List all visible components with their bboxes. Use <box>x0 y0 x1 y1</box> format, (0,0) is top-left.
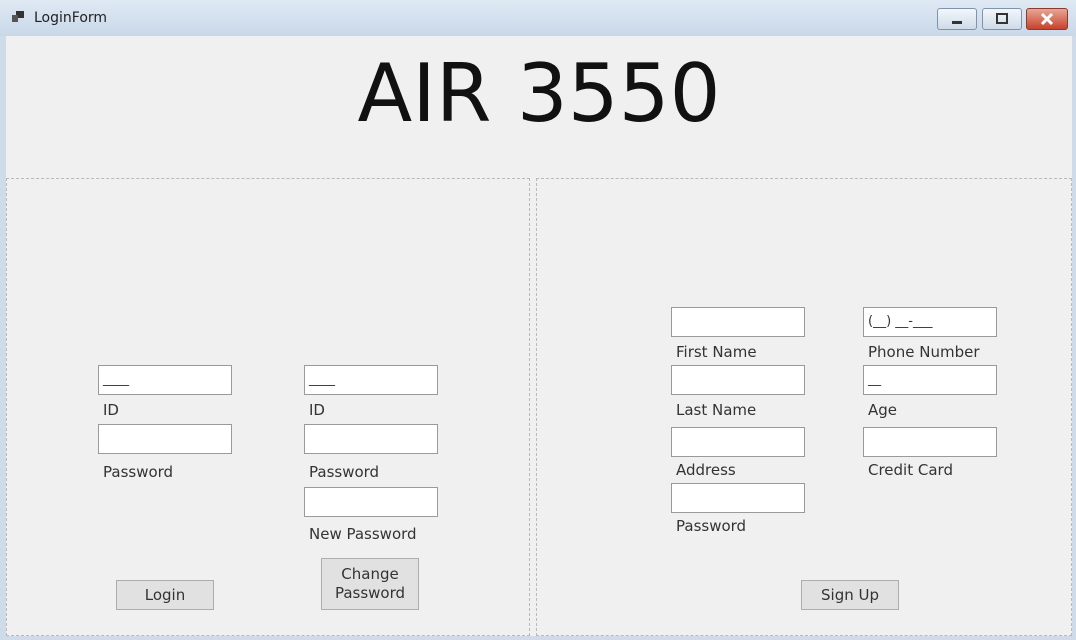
login-password-label: Password <box>103 463 174 481</box>
maximize-icon <box>996 13 1008 24</box>
login-password-input[interactable] <box>98 424 232 454</box>
credit-card-label: Credit Card <box>868 461 953 479</box>
change-password-button-line2: Password <box>334 584 406 602</box>
login-id-input[interactable]: ____ <box>98 365 232 395</box>
login-panel: ____ ID Password Login ____ ID Password … <box>6 178 530 636</box>
signup-button[interactable]: Sign Up <box>801 580 899 610</box>
app-icon <box>12 11 24 22</box>
login-id-label: ID <box>103 401 119 419</box>
first-name-label: First Name <box>676 343 757 361</box>
change-password-button-line1: Change <box>341 565 399 583</box>
change-id-label: ID <box>309 401 325 419</box>
signup-panel: First Name Last Name Address Password (_… <box>536 178 1072 636</box>
last-name-label: Last Name <box>676 401 757 419</box>
credit-card-input[interactable] <box>863 427 997 457</box>
age-label: Age <box>868 401 898 419</box>
signup-password-label: Password <box>676 517 747 535</box>
address-input[interactable] <box>671 427 805 457</box>
signup-password-input[interactable] <box>671 483 805 513</box>
phone-number-input[interactable]: (__) __-___ <box>863 307 997 337</box>
window-title-bar[interactable]: LoginForm <box>0 0 1076 36</box>
change-password-button[interactable]: Change Password <box>321 558 419 610</box>
close-icon <box>1040 12 1054 26</box>
window-title: LoginForm <box>34 10 108 26</box>
change-password-label: Password <box>309 463 380 481</box>
last-name-input[interactable] <box>671 365 805 395</box>
first-name-input[interactable] <box>671 307 805 337</box>
phone-number-label: Phone Number <box>868 343 980 361</box>
new-password-input[interactable] <box>304 487 438 517</box>
page-title: AIR 3550 <box>357 47 721 140</box>
form-client-area: AIR 3550 ____ ID Password Login ____ ID … <box>6 36 1072 636</box>
close-button[interactable] <box>1026 8 1068 30</box>
minimize-icon <box>952 21 962 24</box>
new-password-label: New Password <box>309 525 417 543</box>
address-label: Address <box>676 461 736 479</box>
age-input[interactable]: __ <box>863 365 997 395</box>
maximize-button[interactable] <box>982 8 1022 30</box>
change-password-input[interactable] <box>304 424 438 454</box>
minimize-button[interactable] <box>937 8 977 30</box>
change-id-input[interactable]: ____ <box>304 365 438 395</box>
login-button[interactable]: Login <box>116 580 214 610</box>
